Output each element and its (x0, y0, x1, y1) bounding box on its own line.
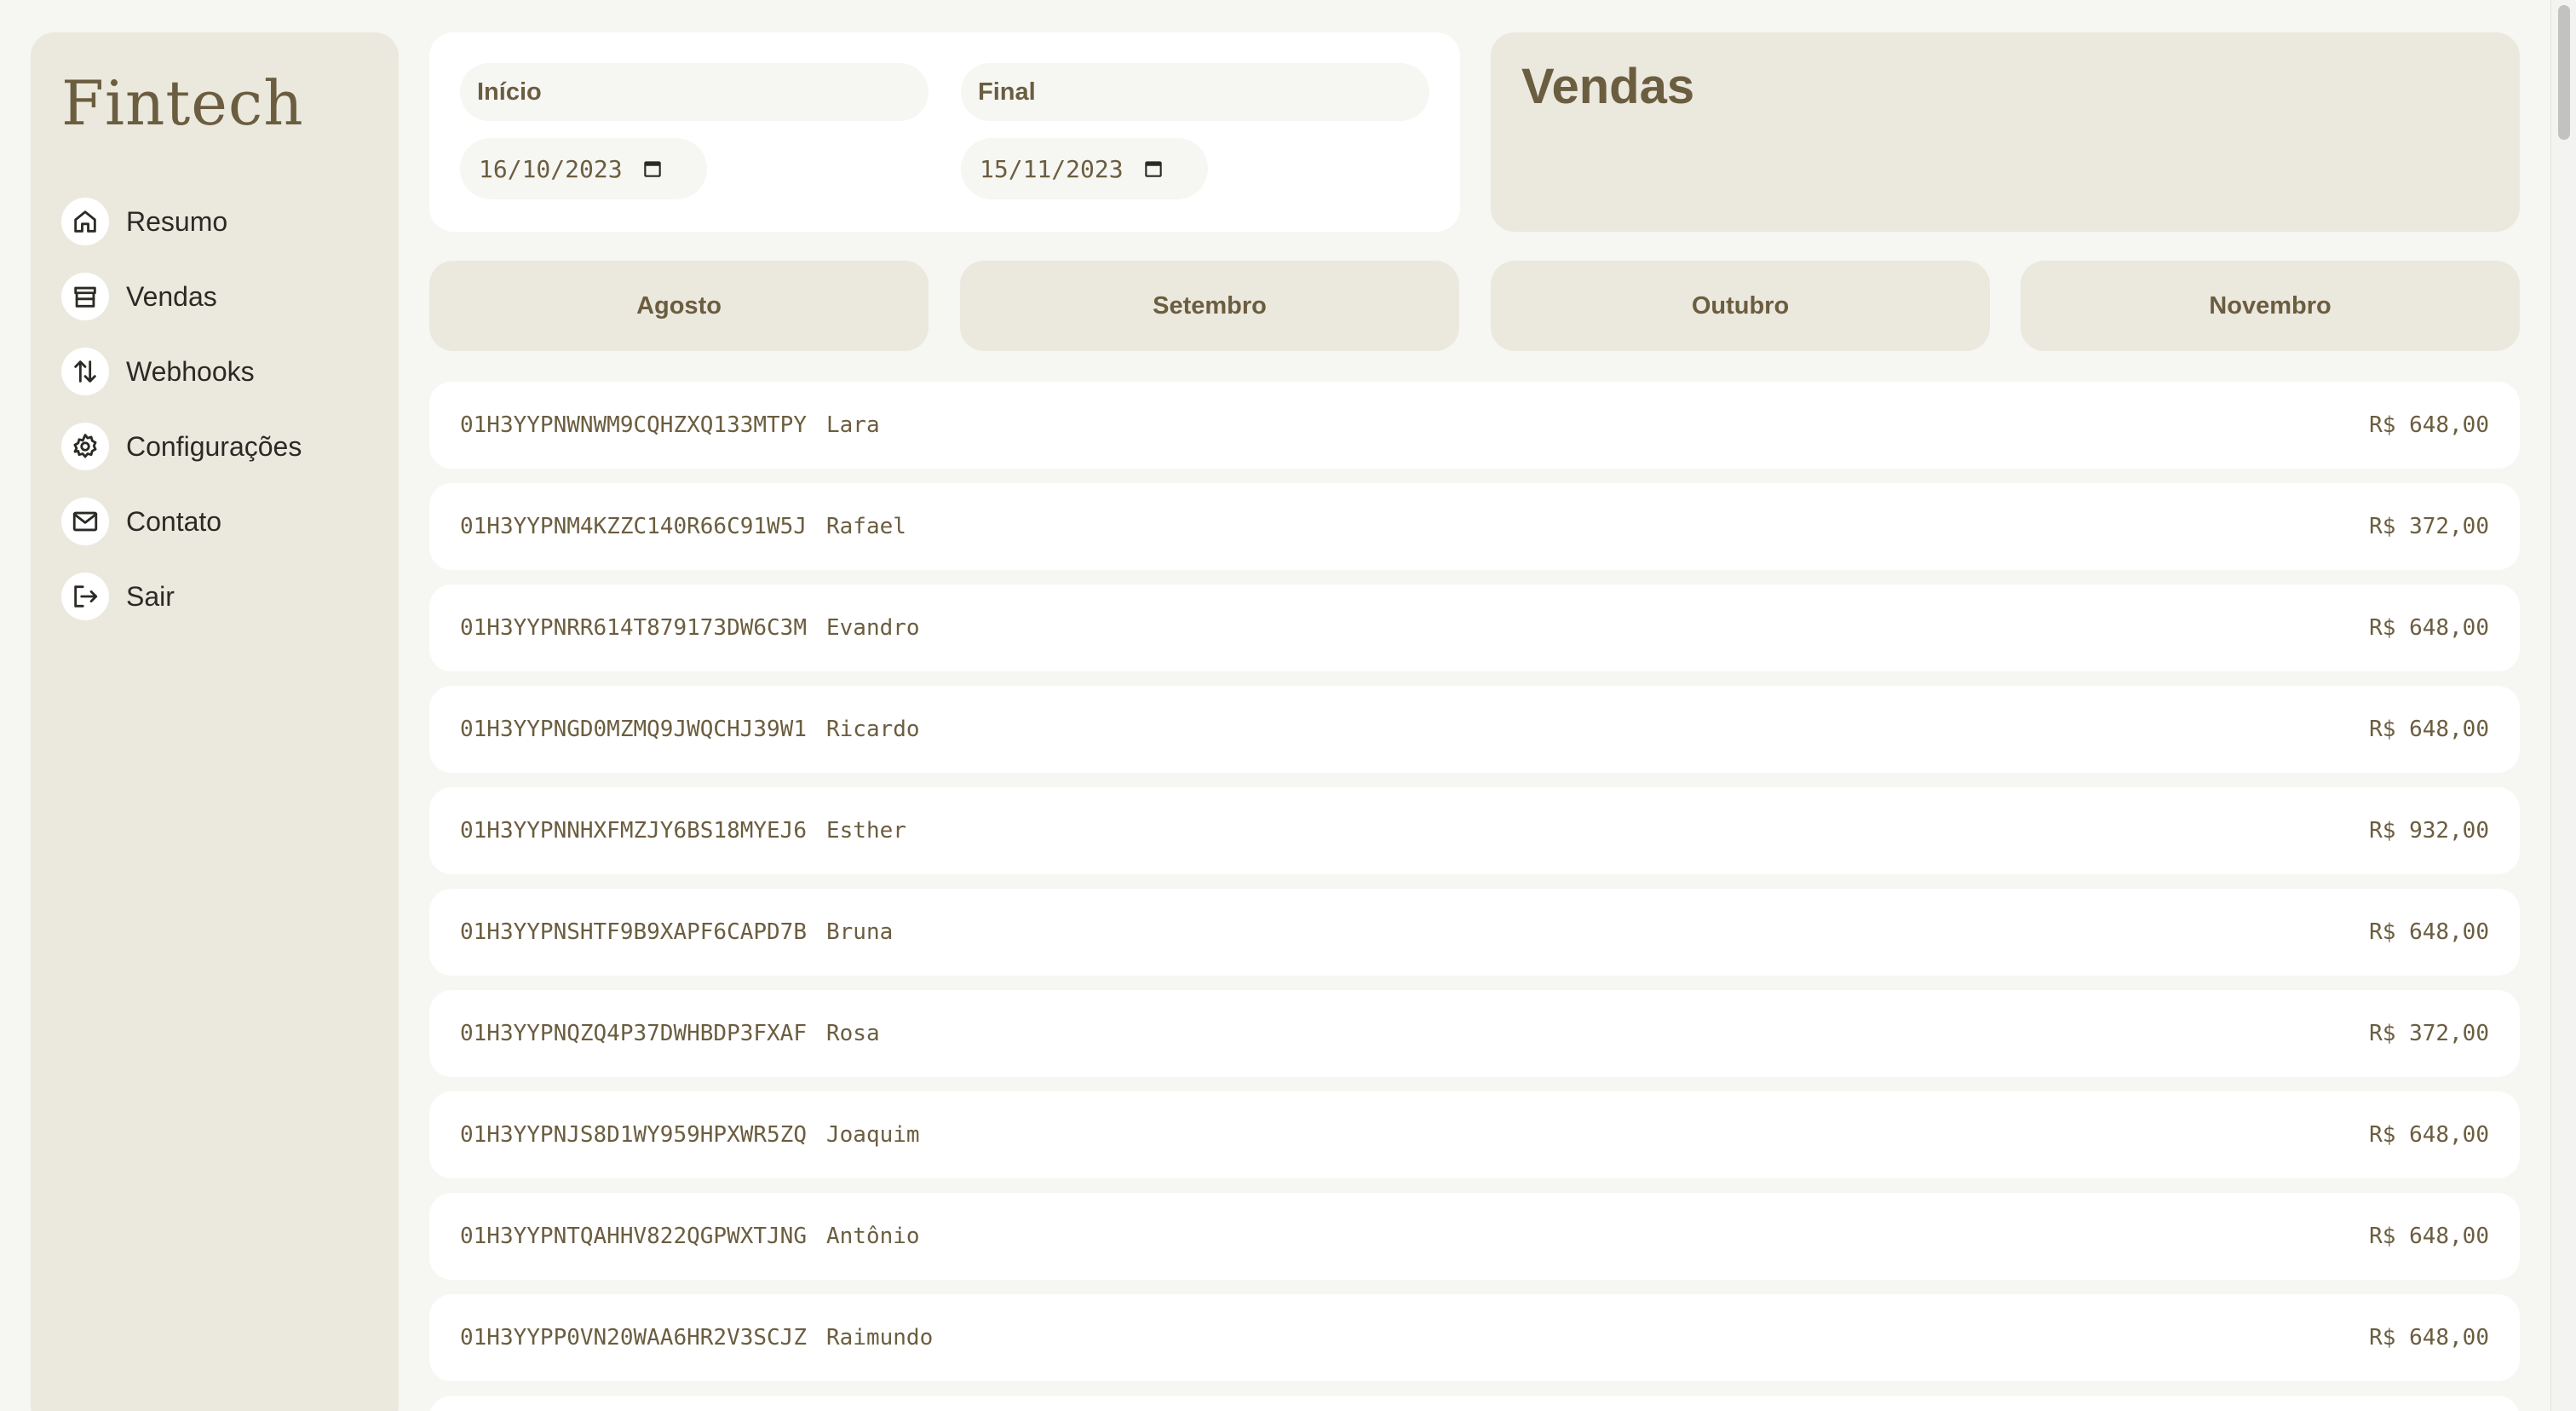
sidebar-item-webhooks[interactable]: Webhooks (61, 334, 368, 409)
list-item[interactable]: 01H3YYPNM4KZZC140R66C91W5J Rafael R$ 372… (429, 483, 2520, 570)
sale-price: R$ 372,00 (2369, 1021, 2489, 1046)
sale-id: 01H3YYPNTQAHHV822QGPWXTJNG (460, 1224, 807, 1249)
list-item[interactable]: 01H3YYPNNHXFMZJY6BS18MYEJ6 Esther R$ 932… (429, 787, 2520, 874)
sidebar-item-configuracoes[interactable]: Configurações (61, 409, 368, 484)
scrollbar-thumb[interactable] (2558, 5, 2570, 140)
sidebar-item-label: Contato (126, 505, 222, 537)
sale-price: R$ 648,00 (2369, 412, 2489, 438)
sale-id: 01H3YYPNGD0MZMQ9JWQCHJ39W1 (460, 717, 807, 742)
list-item[interactable]: 01H3YYPNWNWM9CQHZXQ133MTPY Lara R$ 648,0… (429, 382, 2520, 469)
sidebar-item-label: Sair (126, 580, 175, 612)
sidebar-item-contato[interactable]: Contato (61, 484, 368, 559)
home-icon (61, 198, 109, 245)
mail-icon (61, 498, 109, 545)
sale-id: 01H3YYPNM4KZZC140R66C91W5J (460, 514, 807, 539)
month-button-novembro[interactable]: Novembro (2021, 261, 2520, 351)
sale-name: Rosa (826, 1021, 880, 1046)
sidebar-item-label: Webhooks (126, 355, 255, 387)
sale-name: Joaquim (826, 1122, 920, 1148)
month-button-outubro[interactable]: Outubro (1491, 261, 1990, 351)
sale-id: 01H3YYPNWNWM9CQHZXQ133MTPY (460, 412, 807, 438)
sidebar-item-resumo[interactable]: Resumo (61, 184, 368, 259)
end-date-input[interactable]: 15/11/2023 (961, 138, 1208, 199)
start-date-value: 16/10/2023 (479, 154, 623, 183)
end-date-value: 15/11/2023 (980, 154, 1124, 183)
list-item[interactable]: 01H3YYPNTQAHHV822QGPWXTJNG Antônio R$ 64… (429, 1193, 2520, 1280)
page-scrollbar[interactable] (2550, 0, 2576, 1411)
sidebar-item-label: Configurações (126, 430, 302, 462)
list-item[interactable]: 01H3YYPNGD0MZMQ9JWQCHJ39W1 Ricardo R$ 64… (429, 686, 2520, 773)
sale-price: R$ 932,00 (2369, 818, 2489, 844)
sidebar-item-vendas[interactable]: Vendas (61, 259, 368, 334)
store-icon (61, 273, 109, 320)
sale-price: R$ 648,00 (2369, 1122, 2489, 1148)
start-date-input[interactable]: 16/10/2023 (460, 138, 707, 199)
list-item[interactable]: 01H3YYPNJS8D1WY959HPXWR5ZQ Joaquim R$ 64… (429, 1091, 2520, 1178)
sidebar-item-label: Resumo (126, 205, 228, 237)
sale-price: R$ 648,00 (2369, 615, 2489, 641)
calendar-icon[interactable] (641, 158, 664, 180)
logout-icon (61, 573, 109, 620)
sidebar-item-label: Vendas (126, 280, 217, 312)
list-item-partial[interactable] (429, 1396, 2520, 1411)
sale-id: 01H3YYPNSHTF9B9XAPF6CAPD7B (460, 919, 807, 945)
sale-name: Evandro (826, 615, 920, 641)
sale-price: R$ 648,00 (2369, 1224, 2489, 1249)
sale-name: Bruna (826, 919, 894, 945)
title-card: Vendas (1491, 32, 2520, 232)
list-item[interactable]: 01H3YYPNRR614T879173DW6C3M Evandro R$ 64… (429, 585, 2520, 671)
month-button-setembro[interactable]: Setembro (960, 261, 1459, 351)
sale-id: 01H3YYPNNHXFMZJY6BS18MYEJ6 (460, 818, 807, 844)
sale-id: 01H3YYPNQZQ4P37DWHBDP3FXAF (460, 1021, 807, 1046)
list-item[interactable]: 01H3YYPP0VN20WAA6HR2V3SCJZ Raimundo R$ 6… (429, 1294, 2520, 1381)
list-item[interactable]: 01H3YYPNQZQ4P37DWHBDP3FXAF Rosa R$ 372,0… (429, 990, 2520, 1077)
page-title: Vendas (1521, 59, 1695, 114)
sale-price: R$ 372,00 (2369, 514, 2489, 539)
sale-name: Ricardo (826, 717, 920, 742)
end-date-label: Final (961, 63, 1429, 121)
app-page: Fintech Resumo Vendas Webhooks Configura… (0, 0, 2576, 1411)
arrows-up-down-icon (61, 348, 109, 395)
sidebar-item-sair[interactable]: Sair (61, 559, 368, 634)
sale-id: 01H3YYPNRR614T879173DW6C3M (460, 615, 807, 641)
gear-icon (61, 423, 109, 470)
sale-name: Raimundo (826, 1325, 934, 1351)
sidebar: Fintech Resumo Vendas Webhooks Configura… (31, 32, 399, 1411)
list-item[interactable]: 01H3YYPNSHTF9B9XAPF6CAPD7B Bruna R$ 648,… (429, 889, 2520, 976)
date-filter-card: Início 16/10/2023 Final 15/11/2023 (429, 32, 1460, 232)
start-date-group: Início 16/10/2023 (460, 63, 929, 199)
sale-name: Antônio (826, 1224, 920, 1249)
sale-name: Lara (826, 412, 880, 438)
sale-name: Rafael (826, 514, 906, 539)
sale-price: R$ 648,00 (2369, 1325, 2489, 1351)
start-date-label: Início (460, 63, 929, 121)
end-date-group: Final 15/11/2023 (961, 63, 1429, 199)
sale-id: 01H3YYPP0VN20WAA6HR2V3SCJZ (460, 1325, 807, 1351)
sale-price: R$ 648,00 (2369, 919, 2489, 945)
month-selector: Agosto Setembro Outubro Novembro (429, 261, 2520, 351)
sale-id: 01H3YYPNJS8D1WY959HPXWR5ZQ (460, 1122, 807, 1148)
calendar-icon[interactable] (1142, 158, 1164, 180)
month-button-agosto[interactable]: Agosto (429, 261, 929, 351)
logo: Fintech (61, 67, 304, 139)
sale-name: Esther (826, 818, 906, 844)
sale-price: R$ 648,00 (2369, 717, 2489, 742)
